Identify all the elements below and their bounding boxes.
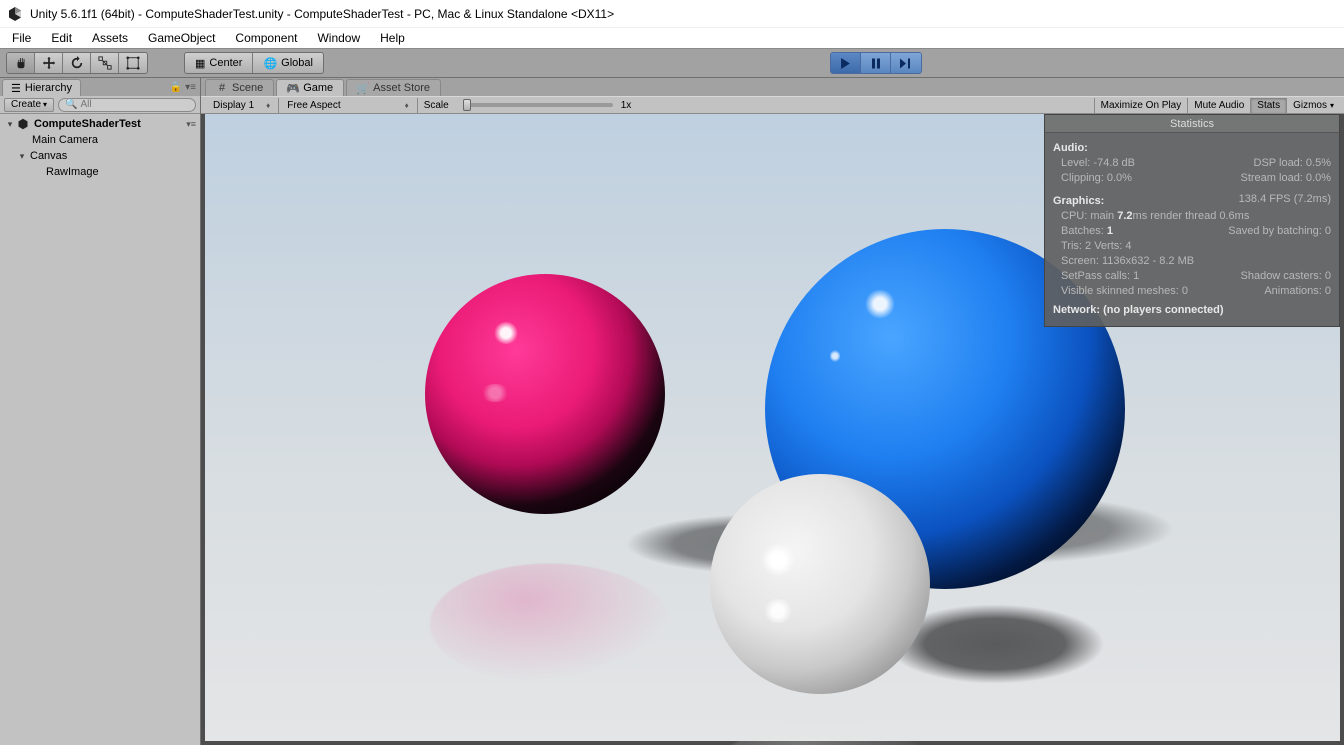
hierarchy-panel: ☰ Hierarchy 🔒 ▾≡ Create▾ 🔍All ▾ ComputeS… (0, 78, 201, 745)
chevron-down-icon: ▾ (43, 100, 47, 109)
reflection-pink (430, 564, 670, 685)
scene-menu-icon[interactable]: ▾≡ (186, 119, 196, 130)
play-button[interactable] (831, 53, 861, 73)
gizmos-toggle[interactable]: Gizmos▾ (1286, 98, 1340, 113)
scale-slider[interactable] (463, 103, 613, 107)
unity-scene-icon (16, 117, 30, 131)
pause-button[interactable] (861, 53, 891, 73)
network-line: Network: (no players connected) (1053, 303, 1331, 318)
tree-item-canvas[interactable]: ▾Canvas (0, 148, 200, 164)
hierarchy-search[interactable]: 🔍All (58, 98, 196, 112)
hierarchy-tree: ▾ ComputeShaderTest ▾≡ Main Camera ▾Canv… (0, 114, 200, 745)
game-toolbar: Display 1♦ Free Aspect♦ Scale 1x Maximiz… (201, 96, 1344, 114)
menu-window[interactable]: Window (307, 29, 370, 47)
game-icon: 🎮 (287, 82, 299, 94)
tab-game[interactable]: 🎮Game (276, 79, 344, 96)
white-sphere (710, 474, 930, 694)
chevron-down-icon: ▾ (1330, 101, 1334, 110)
menu-help[interactable]: Help (370, 29, 415, 47)
stats-toggle[interactable]: Stats (1250, 98, 1286, 113)
tree-item-main-camera[interactable]: Main Camera (0, 132, 200, 148)
menu-edit[interactable]: Edit (41, 29, 82, 47)
pivot-center[interactable]: ▦Center (185, 53, 253, 73)
hierarchy-tab-row: ☰ Hierarchy 🔒 ▾≡ (0, 78, 200, 96)
play-controls (830, 52, 922, 74)
center-tabs: #Scene 🎮Game 🛒Asset Store (201, 78, 1344, 96)
asset-store-icon: 🛒 (357, 82, 369, 94)
search-icon: 🔍 (65, 99, 77, 110)
transform-tools (6, 52, 148, 74)
pink-sphere (425, 274, 665, 514)
scene-root[interactable]: ▾ ComputeShaderTest ▾≡ (0, 116, 200, 132)
unity-logo-icon (6, 5, 24, 23)
title-bar: Unity 5.6.1f1 (64bit) - ComputeShaderTes… (0, 0, 1344, 28)
center-icon: ▦ (195, 57, 205, 70)
cpu-line: CPU: main 7.2ms render thread 0.6ms (1053, 209, 1331, 224)
stats-title: Statistics (1045, 115, 1339, 133)
pivot-global[interactable]: 🌐Global (253, 53, 323, 73)
scale-tool[interactable] (91, 53, 119, 73)
step-button[interactable] (891, 53, 921, 73)
hierarchy-icon: ☰ (11, 82, 21, 95)
tab-asset-store[interactable]: 🛒Asset Store (346, 79, 441, 96)
hierarchy-tab[interactable]: ☰ Hierarchy (2, 79, 81, 96)
menu-component[interactable]: Component (225, 29, 307, 47)
menu-bar: File Edit Assets GameObject Component Wi… (0, 28, 1344, 48)
pivot-group: ▦Center 🌐Global (184, 52, 324, 74)
move-tool[interactable] (35, 53, 63, 73)
center-area: #Scene 🎮Game 🛒Asset Store Display 1♦ Fre… (201, 78, 1344, 745)
scale-value: 1x (621, 100, 632, 111)
aspect-select[interactable]: Free Aspect♦ (279, 98, 417, 113)
maximize-on-play-toggle[interactable]: Maximize On Play (1094, 98, 1188, 113)
toolbar: ▦Center 🌐Global (0, 48, 1344, 78)
expand-toggle[interactable]: ▾ (4, 119, 16, 130)
menu-assets[interactable]: Assets (82, 29, 138, 47)
rotate-tool[interactable] (63, 53, 91, 73)
panel-menu-icon[interactable]: 🔒 ▾≡ (170, 82, 196, 93)
game-view: Statistics Audio: Level: -74.8 dBDSP loa… (201, 114, 1344, 745)
graphics-header: Graphics: (1053, 194, 1104, 209)
reflection-white (715, 724, 935, 745)
slider-thumb[interactable] (463, 99, 471, 111)
create-button[interactable]: Create▾ (4, 98, 54, 112)
main-layout: ☰ Hierarchy 🔒 ▾≡ Create▾ 🔍All ▾ ComputeS… (0, 78, 1344, 745)
display-select[interactable]: Display 1♦ (205, 98, 279, 113)
hand-tool[interactable] (7, 53, 35, 73)
tab-scene[interactable]: #Scene (205, 79, 274, 96)
stats-body: Audio: Level: -74.8 dBDSP load: 0.5% Cli… (1045, 133, 1339, 326)
tree-item-rawimage[interactable]: RawImage (0, 164, 200, 180)
chevron-down-icon: ♦ (266, 101, 270, 110)
render-output: Statistics Audio: Level: -74.8 dBDSP loa… (205, 114, 1340, 741)
expand-toggle[interactable]: ▾ (16, 151, 28, 162)
menu-gameobject[interactable]: GameObject (138, 29, 225, 47)
chevron-down-icon: ♦ (405, 101, 409, 110)
hierarchy-toolbar: Create▾ 🔍All (0, 96, 200, 114)
statistics-overlay: Statistics Audio: Level: -74.8 dBDSP loa… (1044, 114, 1340, 327)
window-title: Unity 5.6.1f1 (64bit) - ComputeShaderTes… (30, 7, 614, 21)
rect-tool[interactable] (119, 53, 147, 73)
menu-file[interactable]: File (2, 29, 41, 47)
scene-icon: # (216, 82, 228, 94)
mute-audio-toggle[interactable]: Mute Audio (1187, 98, 1250, 113)
globe-icon: 🌐 (263, 57, 277, 70)
audio-header: Audio: (1053, 141, 1331, 156)
scale-label: Scale (418, 100, 455, 111)
